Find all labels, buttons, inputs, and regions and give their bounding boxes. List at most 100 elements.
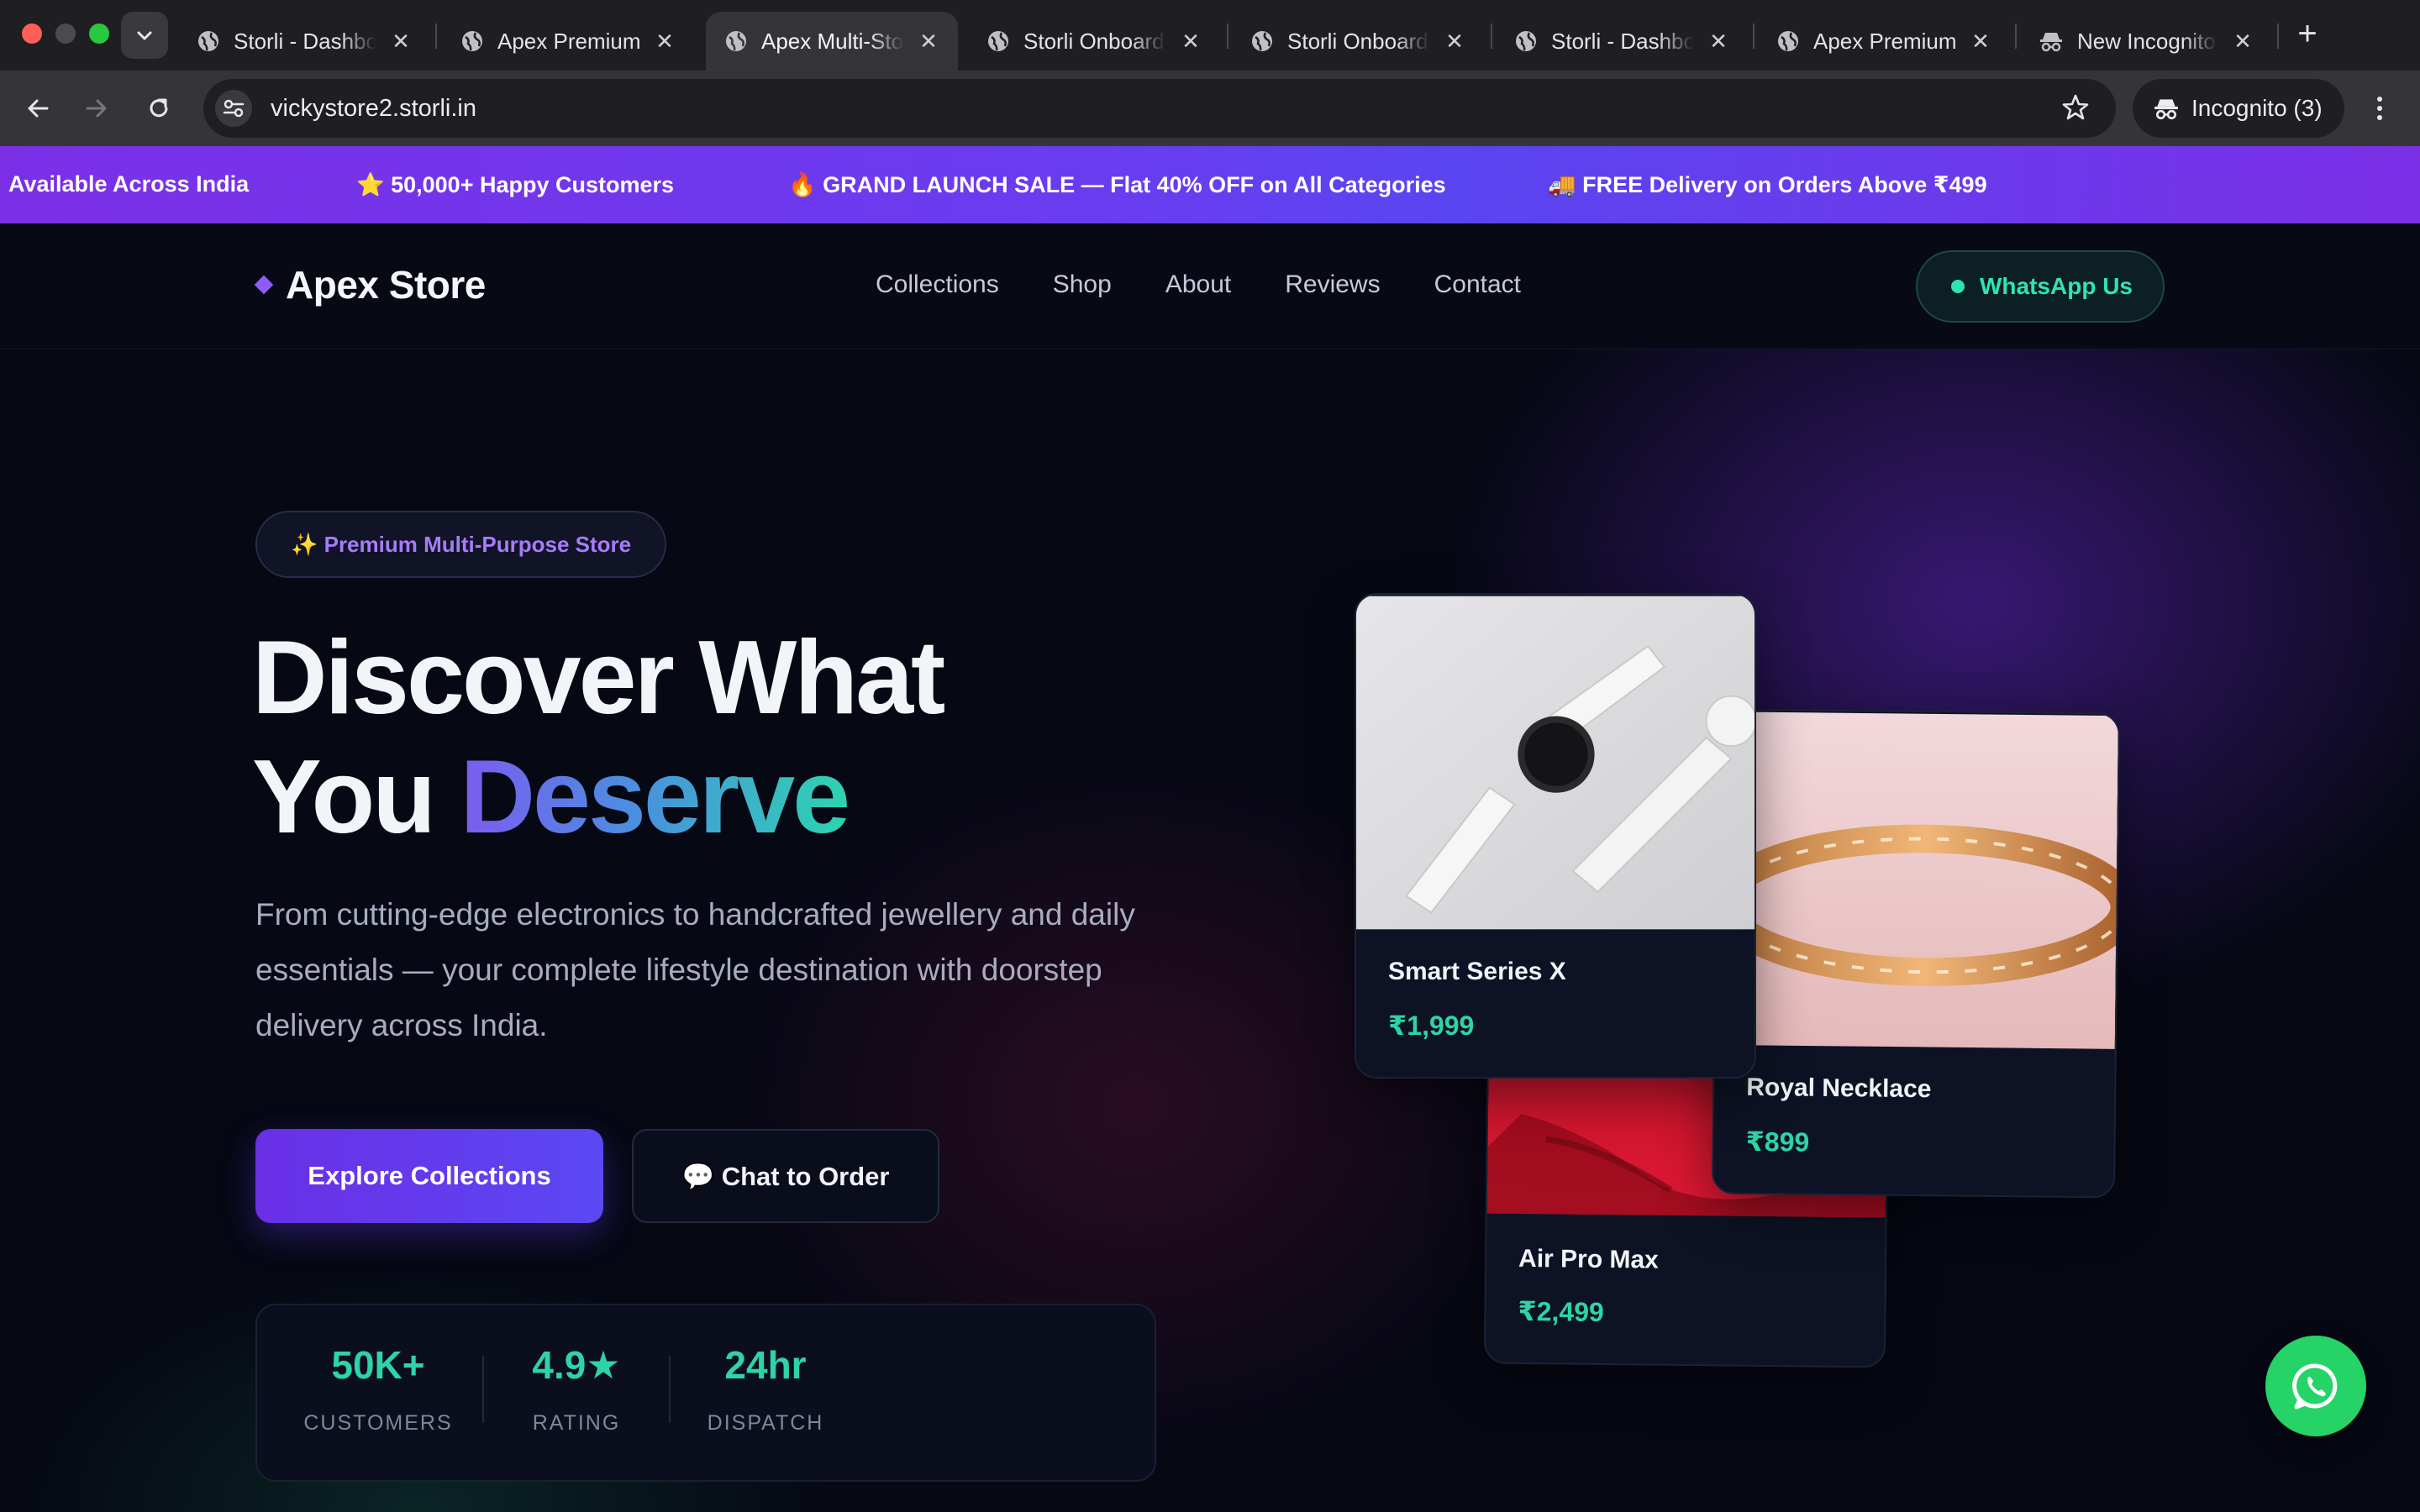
minimize-window-button[interactable]	[55, 24, 76, 44]
back-button[interactable]	[15, 86, 60, 131]
product-card-smart-series-x[interactable]: Smart Series X ₹1,999	[1355, 593, 1756, 1079]
globe-icon	[462, 31, 482, 51]
close-icon[interactable]: ✕	[1444, 29, 1465, 55]
nav-link-contact[interactable]: Contact	[1434, 270, 1521, 299]
close-icon[interactable]: ✕	[1707, 29, 1729, 55]
stat-value: 4.9★	[532, 1343, 621, 1387]
tab-storli-dashboard[interactable]: Storli - Dashboard ✕	[178, 12, 430, 71]
tab-storli-dashboard-2[interactable]: Storli - Dashboard ✕	[1496, 12, 1748, 71]
tab-label: Storli - Dashboard	[234, 28, 376, 54]
tab-label: Storli Onboarding	[1287, 28, 1430, 54]
tab-apex-premium-2[interactable]: Apex Premium ✕	[1758, 12, 2010, 71]
explore-collections-button[interactable]: Explore Collections	[255, 1129, 603, 1223]
arrow-left-icon	[28, 99, 49, 118]
product-name: Smart Series X	[1388, 958, 1566, 985]
announcement-item: Available Across India	[8, 171, 250, 197]
tab-storli-onboarding-2[interactable]: Storli Onboarding ✕	[1232, 12, 1484, 71]
incognito-icon	[2154, 99, 2178, 120]
stat-rating: 4.9★ RATING	[509, 1342, 644, 1436]
hero-subtitle: From cutting-edge electronics to handcra…	[255, 897, 1135, 1042]
whatsapp-us-button[interactable]: WhatsApp Us	[1916, 250, 2165, 323]
product-card-royal-necklace[interactable]: Royal Necklace ₹899	[1711, 708, 2121, 1199]
close-icon[interactable]: ✕	[1180, 29, 1202, 55]
more-vertical-icon	[2377, 97, 2382, 120]
tab-label: New Incognito	[2077, 28, 2216, 54]
tab-separator	[1753, 24, 1754, 49]
tab-storli-onboarding[interactable]: Storli Onboarding ✕	[968, 12, 1220, 71]
globe-icon	[1516, 31, 1536, 51]
product-price: ₹2,499	[1518, 1295, 1604, 1327]
hero-title: Discover What You Deserve	[252, 618, 945, 857]
tab-label: Apex Premium	[1813, 28, 1956, 54]
url-text: vickystore2.storli.in	[271, 94, 476, 122]
nav-link-reviews[interactable]: Reviews	[1285, 270, 1380, 299]
whatsapp-float-button[interactable]	[2265, 1336, 2366, 1436]
store-logo[interactable]: Apex Store	[254, 262, 486, 307]
close-icon[interactable]: ✕	[654, 29, 676, 55]
stat-divider	[482, 1356, 484, 1423]
tab-label: Storli - Dashboard	[1551, 28, 1694, 54]
product-price: ₹899	[1745, 1126, 1810, 1158]
globe-icon	[198, 31, 218, 51]
arrow-right-icon	[86, 99, 107, 118]
address-bar[interactable]: vickystore2.storli.in	[203, 79, 2116, 138]
close-icon[interactable]: ✕	[390, 29, 412, 55]
close-icon[interactable]: ✕	[2232, 29, 2254, 55]
nav-link-about[interactable]: About	[1165, 270, 1231, 299]
whatsapp-icon	[2292, 1363, 2338, 1410]
product-price: ₹1,999	[1388, 1011, 1475, 1041]
stat-label: CUSTOMERS	[303, 1411, 453, 1435]
maximize-window-button[interactable]	[89, 24, 109, 44]
product-name: Air Pro Max	[1518, 1244, 1660, 1274]
tab-label: Storli Onboarding	[1023, 28, 1166, 54]
globe-icon	[988, 31, 1008, 51]
tab-new-incognito[interactable]: New Incognito ✕	[2020, 12, 2272, 71]
reload-button[interactable]	[136, 86, 182, 131]
tab-apex-premium[interactable]: Apex Premium ✕	[442, 12, 694, 71]
product-name: Royal Necklace	[1746, 1073, 1932, 1104]
announcement-item: 🚚 FREE Delivery on Orders Above ₹499	[1548, 172, 1987, 197]
hero-title-line1: Discover What	[252, 620, 945, 736]
nav-link-shop[interactable]: Shop	[1053, 270, 1112, 299]
product-image-smartwatch	[1356, 596, 1754, 930]
product-image-bracelet	[1711, 711, 2121, 1049]
site-settings-icon[interactable]	[215, 90, 252, 127]
close-icon[interactable]: ✕	[918, 29, 939, 55]
close-window-button[interactable]	[22, 24, 42, 44]
stat-divider	[669, 1356, 671, 1423]
globe-icon	[726, 31, 746, 51]
whatsapp-us-label: WhatsApp Us	[1980, 273, 2133, 299]
stat-dispatch: 24hr DISPATCH	[694, 1342, 837, 1436]
stat-customers: 50K+ CUSTOMERS	[302, 1342, 454, 1436]
online-dot-icon	[1951, 280, 1965, 293]
stat-value: 50K+	[331, 1343, 425, 1387]
reload-icon	[150, 98, 168, 118]
incognito-icon	[2040, 33, 2062, 52]
announcement-item: ⭐ 50,000+ Happy Customers	[356, 172, 675, 197]
browser-menu-button[interactable]	[2363, 86, 2396, 131]
tab-separator	[2277, 24, 2279, 49]
tab-search-button[interactable]	[121, 12, 168, 59]
stat-label: DISPATCH	[707, 1411, 824, 1435]
globe-icon	[1778, 31, 1798, 51]
hero-section: ✨ Premium Multi-Purpose Store Discover W…	[0, 349, 2420, 1512]
nav-link-collections[interactable]: Collections	[876, 270, 999, 299]
stats-panel: 50K+ CUSTOMERS 4.9★ RATING 24hr DISPATCH	[255, 1304, 1156, 1482]
stat-label: RATING	[532, 1411, 621, 1435]
close-icon[interactable]: ✕	[1970, 29, 1991, 55]
tab-label: Apex Premium	[497, 28, 640, 54]
site-header: Apex Store Collections Shop About Review…	[0, 223, 2420, 349]
incognito-label: Incognito (3)	[2191, 95, 2323, 121]
tab-apex-multi-store[interactable]: Apex Multi-Store ✕	[706, 12, 958, 71]
chat-to-order-button[interactable]: 💬 Chat to Order	[632, 1129, 939, 1223]
plus-icon: +	[2297, 15, 2317, 52]
bookmark-star-icon[interactable]	[2060, 92, 2091, 127]
browser-toolbar: vickystore2.storli.in Incognito (3)	[0, 71, 2420, 146]
stat-value: 24hr	[724, 1343, 807, 1387]
diamond-icon	[254, 275, 274, 295]
forward-button[interactable]	[74, 86, 119, 131]
new-tab-button[interactable]: +	[2287, 13, 2328, 54]
hero-title-accent: Deserve	[460, 739, 850, 855]
incognito-indicator[interactable]: Incognito (3)	[2133, 79, 2344, 138]
browser-tab-bar: Storli - Dashboard ✕ Apex Premium ✕ Apex…	[0, 0, 2420, 71]
